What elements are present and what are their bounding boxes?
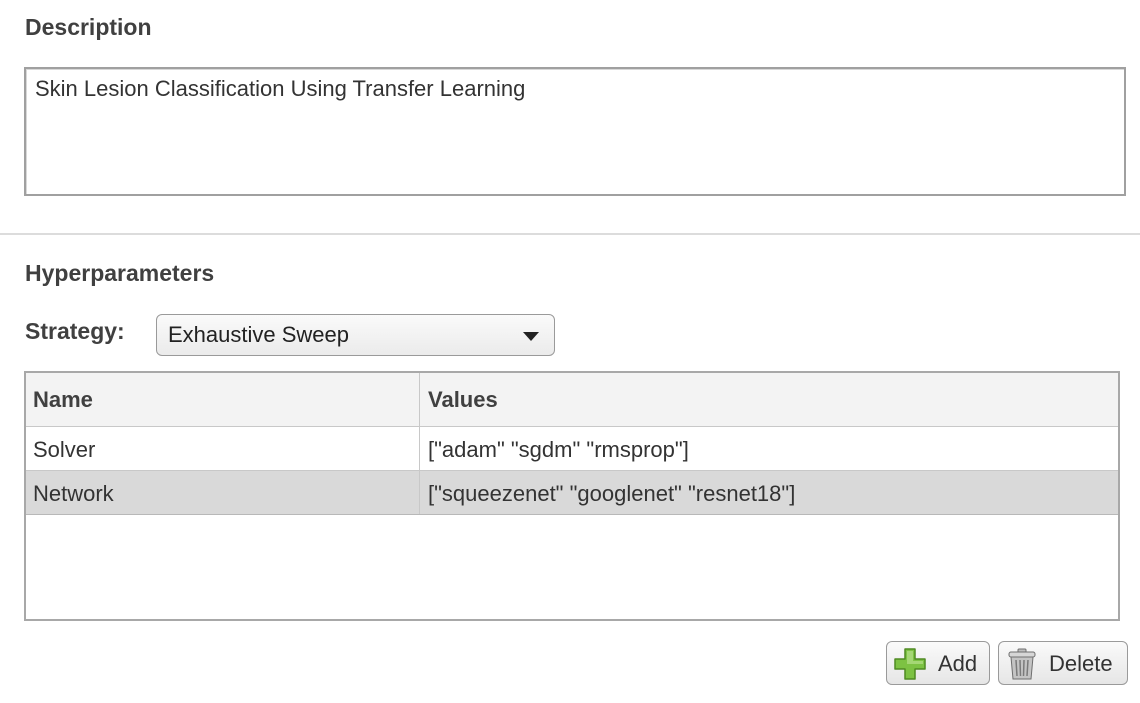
experiment-setup-panel: Description Skin Lesion Classification U… <box>0 0 1140 703</box>
delete-button-label: Delete <box>1049 651 1113 676</box>
chevron-down-icon <box>523 332 539 341</box>
table-cell-values[interactable]: ["squeezenet" "googlenet" "resnet18"] <box>420 471 1118 514</box>
description-heading: Description <box>25 14 152 40</box>
column-header-values[interactable]: Values <box>420 373 1118 426</box>
add-button-label: Add <box>938 651 978 676</box>
table-cell-values[interactable]: ["adam" "sgdm" "rmsprop"] <box>420 427 1118 470</box>
hyperparameters-heading: Hyperparameters <box>25 260 215 286</box>
strategy-label: Strategy: <box>25 318 125 344</box>
table-row[interactable]: Solver ["adam" "sgdm" "rmsprop"] <box>26 427 1118 471</box>
table-cell-name[interactable]: Network <box>26 471 420 514</box>
trash-icon <box>1008 648 1036 680</box>
description-textarea[interactable]: Skin Lesion Classification Using Transfe… <box>24 67 1126 196</box>
section-divider <box>0 233 1140 235</box>
hyperparameter-table[interactable]: Name Values Solver ["adam" "sgdm" "rmspr… <box>24 371 1120 621</box>
table-header-row: Name Values <box>26 373 1118 427</box>
delete-button[interactable]: Delete <box>998 641 1128 685</box>
table-row-selected[interactable]: Network ["squeezenet" "googlenet" "resne… <box>26 471 1118 515</box>
column-header-name[interactable]: Name <box>26 373 420 426</box>
strategy-dropdown[interactable]: Exhaustive Sweep <box>156 314 555 356</box>
table-cell-name[interactable]: Solver <box>26 427 420 470</box>
strategy-selected-value: Exhaustive Sweep <box>168 322 349 347</box>
add-button[interactable]: Add <box>886 641 990 685</box>
plus-icon <box>894 648 926 680</box>
